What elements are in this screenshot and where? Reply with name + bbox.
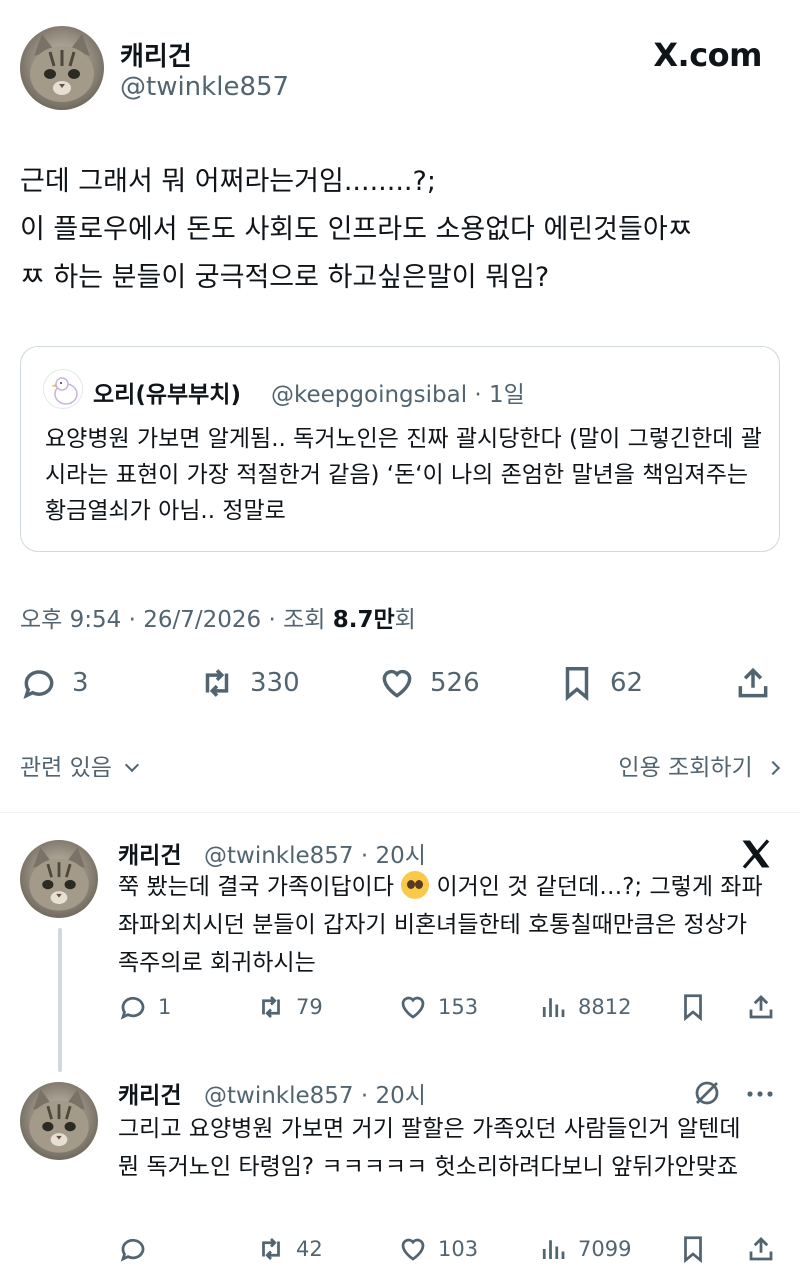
share-icon — [738, 667, 768, 698]
view-count: 8812 — [578, 995, 632, 1019]
retweet-icon — [262, 996, 280, 1018]
retweet-button[interactable]: 79 — [256, 992, 323, 1022]
reply-text: 그리고 요양병원 가보면 거기 팔할은 가족있던 사람들인거 알텐데 뭔 독거노… — [118, 1116, 741, 1180]
author-handle[interactable]: @twinkle857 — [120, 72, 289, 102]
quote-text: 요양병원 가보면 알게됨.. 독거노인은 진짜 괄시당한다 (말이 그렇긴한데 … — [45, 426, 762, 524]
x-icon — [738, 836, 774, 872]
analytics-icon — [542, 1240, 565, 1259]
like-button[interactable]: 526 — [378, 664, 480, 702]
like-button[interactable]: 153 — [398, 992, 478, 1022]
reply-icon — [120, 1238, 145, 1262]
view-count: 8.7만 — [332, 607, 395, 633]
retweet-icon — [205, 669, 229, 697]
pleading-face-emoji-icon — [401, 871, 430, 899]
like-count: 103 — [438, 1237, 479, 1261]
bookmark-button[interactable]: 62 — [558, 664, 643, 702]
share-button[interactable] — [746, 1234, 776, 1264]
retweet-count: 79 — [296, 995, 323, 1019]
x-logo: X.com — [653, 36, 762, 74]
quote-author-name: 오리(유부부치) — [93, 382, 241, 408]
view-quotes-label: 인용 조회하기 — [618, 755, 753, 781]
share-icon — [749, 995, 773, 1019]
reply-author-handle[interactable]: @twinkle857 · 20시 — [204, 836, 426, 870]
analytics-icon — [542, 998, 565, 1017]
bookmark-count: 62 — [610, 668, 644, 698]
reply-avatar[interactable] — [20, 1082, 98, 1160]
retweet-button[interactable]: 42 — [256, 1234, 323, 1264]
like-count: 526 — [430, 668, 480, 698]
more-options-icon[interactable] — [744, 1080, 776, 1108]
quoted-tweet[interactable]: 오리(유부부치) @keepgoingsibal · 1일 요양병원 가보면 알… — [20, 346, 780, 552]
heart-icon — [401, 1238, 425, 1261]
reply-button[interactable]: 1 — [118, 992, 171, 1022]
reply-author-name[interactable]: 캐리건 — [118, 1076, 181, 1110]
related-label: 관련 있음 — [20, 755, 112, 781]
quote-avatar — [43, 369, 83, 409]
heart-icon — [382, 669, 412, 698]
author-name[interactable]: 캐리건 — [120, 36, 192, 73]
bookmark-button[interactable] — [678, 992, 708, 1022]
chevron-right-icon — [765, 760, 781, 776]
like-count: 153 — [438, 995, 479, 1019]
retweet-count: 330 — [250, 668, 300, 698]
tweet-actions: 3 330 526 62 — [20, 660, 780, 710]
share-button[interactable] — [734, 664, 772, 702]
view-count-suffix: 회 — [394, 607, 416, 633]
views-button[interactable]: 7099 — [538, 1234, 631, 1264]
reply-author-handle[interactable]: @twinkle857 · 20시 — [204, 1076, 426, 1110]
reply-actions: 42 103 7099 — [118, 1234, 780, 1274]
bookmark-icon — [684, 994, 702, 1022]
grok-icon[interactable] — [692, 1078, 722, 1108]
reply-text-part-1: 쭉 봤는데 결국 가족이답이다 — [118, 874, 394, 900]
reply-count: 3 — [72, 668, 89, 698]
reply-button[interactable]: 3 — [20, 664, 89, 702]
heart-icon — [401, 996, 425, 1019]
tweet-meta: 오후 9:54 · 26/7/2026 · 조회 8.7만회 — [20, 600, 416, 634]
like-button[interactable]: 103 — [398, 1234, 478, 1264]
bookmark-icon — [565, 667, 589, 701]
bookmark-button[interactable] — [678, 1234, 708, 1264]
share-icon — [749, 1237, 773, 1261]
view-count: 7099 — [578, 1237, 632, 1261]
quote-author-handle: @keepgoingsibal · 1일 — [271, 382, 525, 408]
reply-icon — [120, 996, 145, 1020]
reply-count: 1 — [158, 995, 172, 1019]
chevron-down-icon — [125, 757, 140, 773]
bookmark-icon — [684, 1236, 702, 1264]
reply-icon — [23, 670, 54, 699]
thread-connector — [58, 928, 62, 1072]
reply-text: 쭉 봤는데 결국 가족이답이다 이거인 것 같던데…?; 그렇게 좌파좌파외치시… — [118, 868, 768, 982]
related-toggle[interactable]: 관련 있음 — [20, 748, 140, 782]
tweet-timestamp: 오후 9:54 · 26/7/2026 · 조회 — [20, 607, 333, 633]
views-button[interactable]: 8812 — [538, 992, 631, 1022]
tweet-text: 근데 그래서 뭐 어쩌라는거임........?; 이 플로우에서 돈도 사회도… — [20, 166, 693, 293]
reply-author-name[interactable]: 캐리건 — [118, 836, 181, 870]
share-button[interactable] — [746, 992, 776, 1022]
section-divider — [0, 812, 800, 813]
view-quotes-link[interactable]: 인용 조회하기 — [618, 748, 781, 782]
author-avatar[interactable] — [20, 26, 104, 110]
retweet-count: 42 — [296, 1237, 323, 1261]
reply-button[interactable] — [118, 1234, 148, 1264]
retweet-button[interactable]: 330 — [198, 664, 300, 702]
reply-avatar[interactable] — [20, 840, 98, 918]
retweet-icon — [262, 1238, 280, 1260]
reply-actions: 1 79 153 8812 — [118, 992, 780, 1032]
